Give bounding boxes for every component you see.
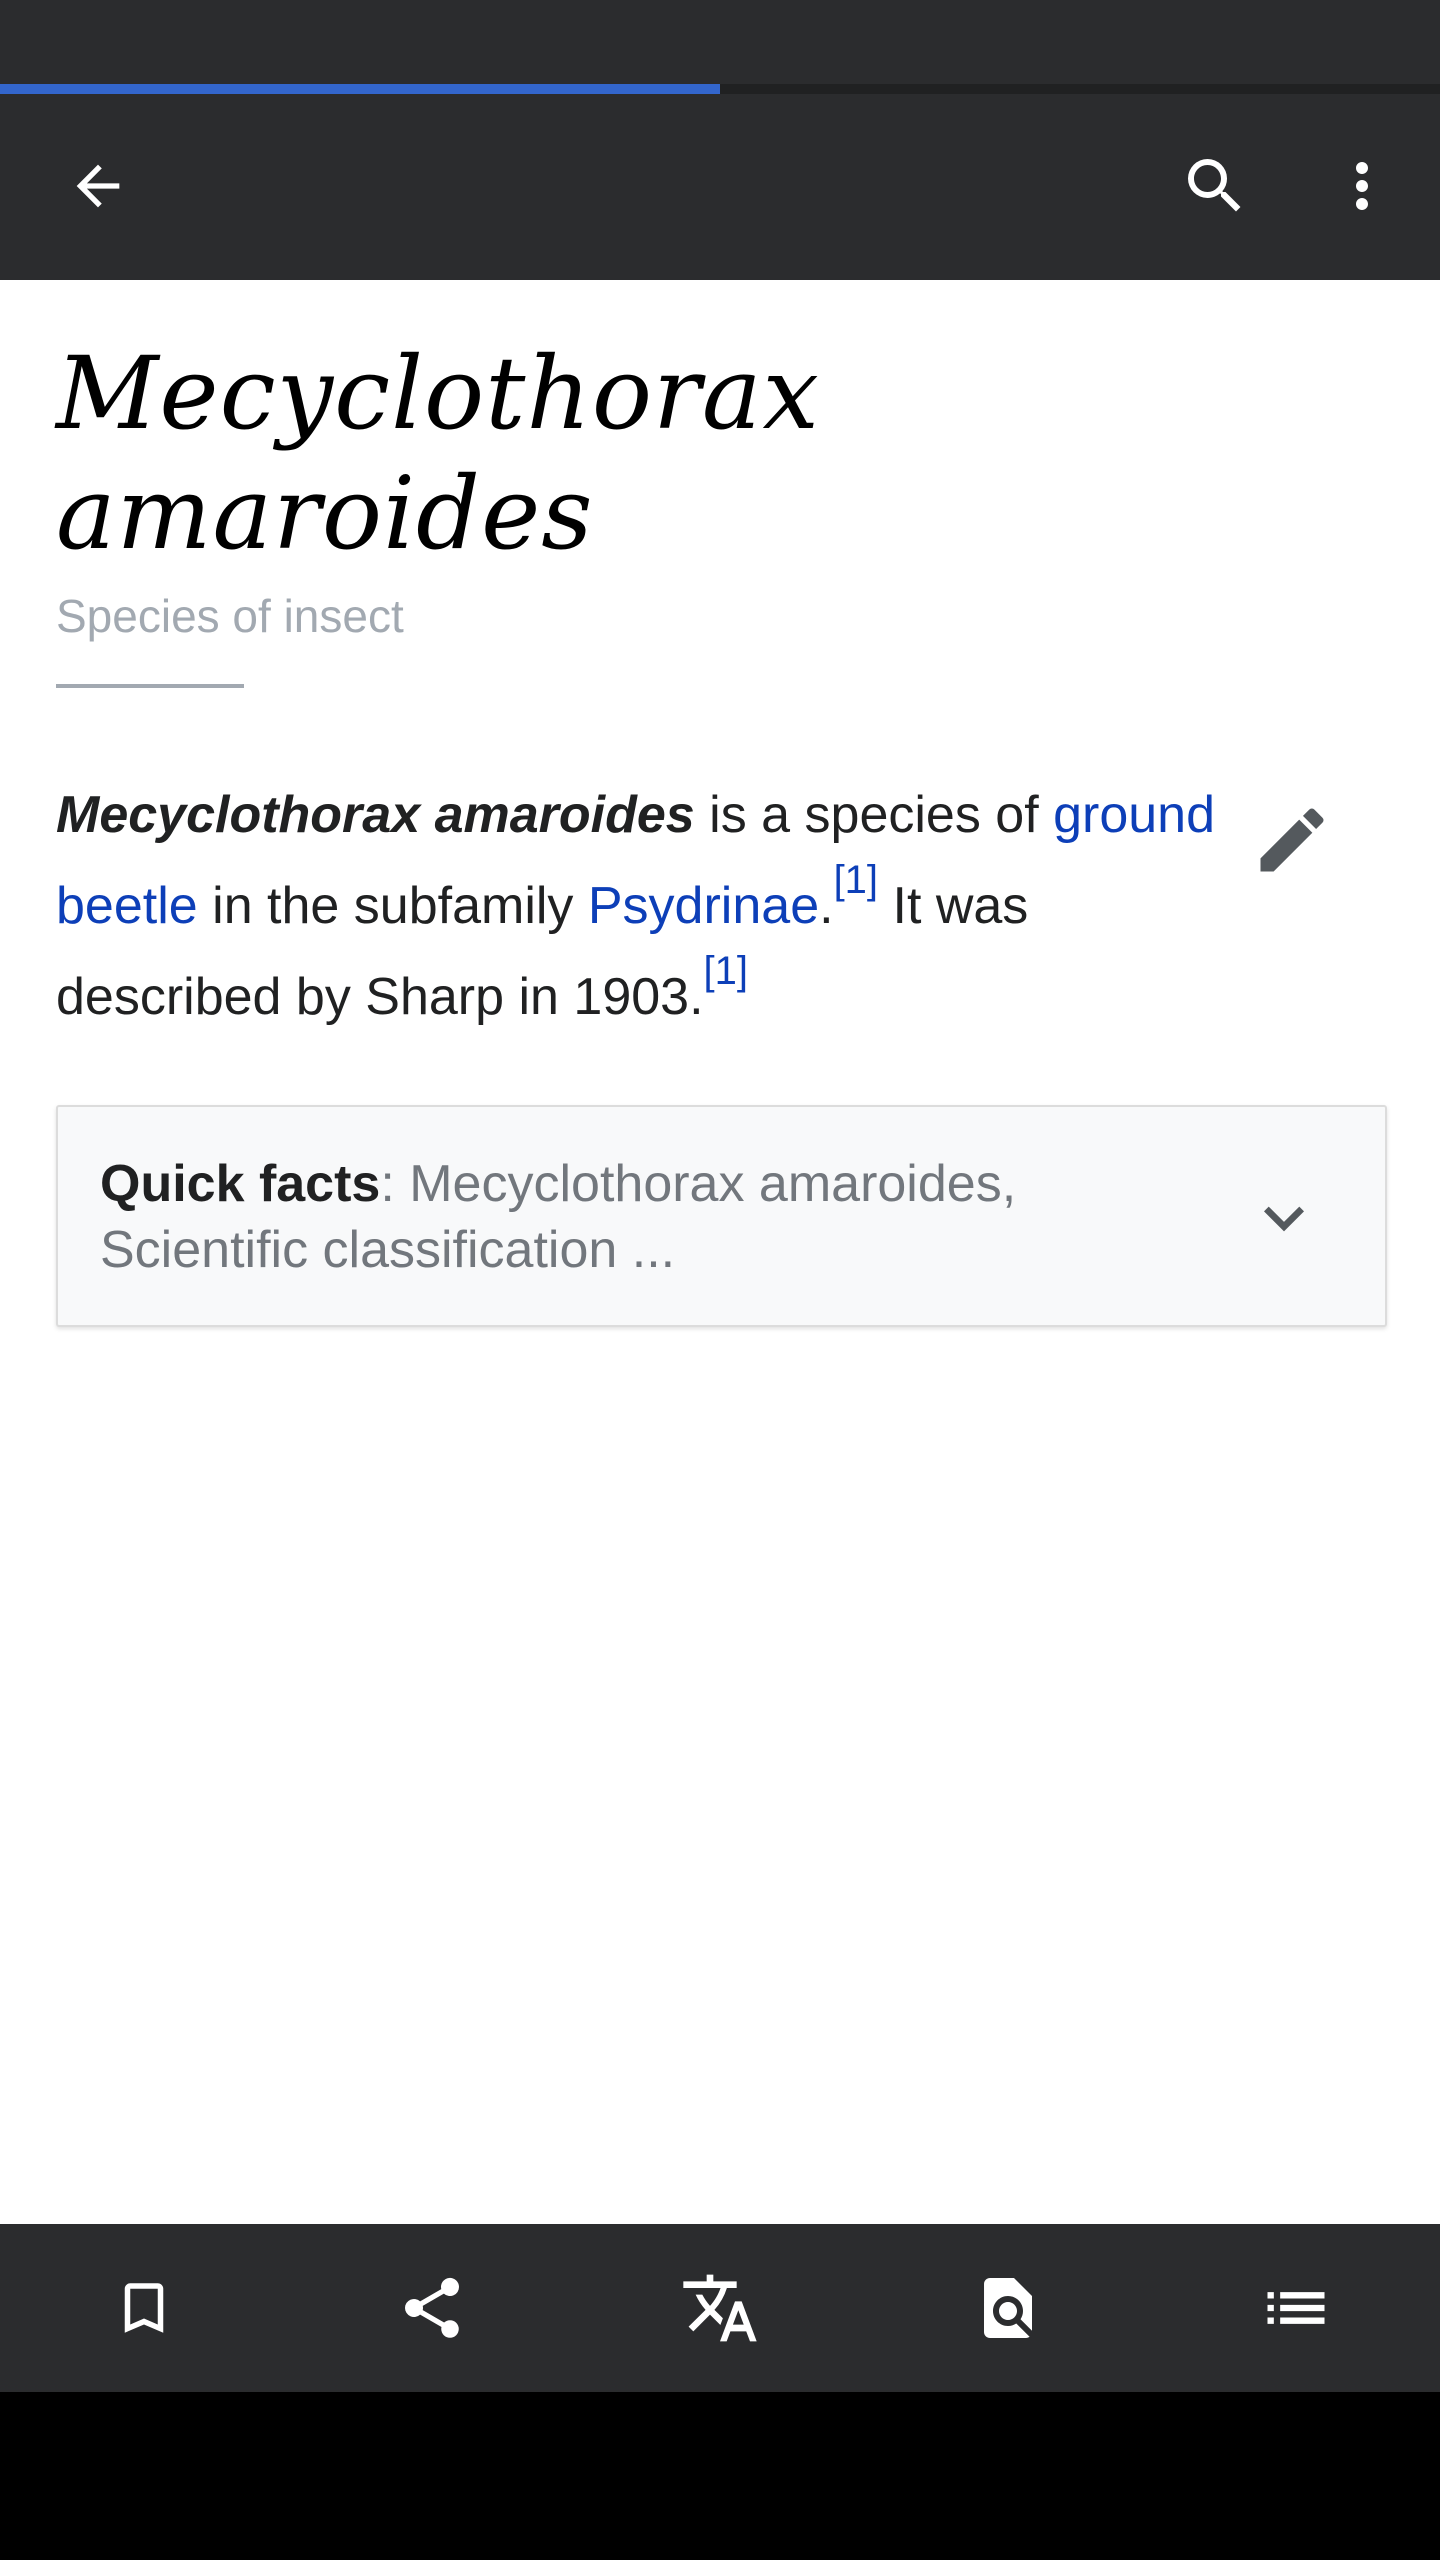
quick-facts-text: Quick facts: Mecyclothorax amaroides, Sc… [100, 1151, 1205, 1283]
find-in-page-button[interactable] [864, 2224, 1152, 2392]
reference-link[interactable]: [1] [704, 949, 748, 993]
reference-1[interactable]: [1] [834, 858, 878, 902]
page-actions-bar [0, 2224, 1440, 2392]
share-icon [404, 2277, 460, 2338]
intro-text: in the subfamily [197, 877, 588, 935]
save-button[interactable] [0, 2224, 288, 2392]
search-button[interactable] [1155, 126, 1275, 246]
intro-text: is a species of [694, 786, 1054, 844]
system-navigation-bar [0, 2392, 1440, 2560]
search-icon [1188, 159, 1241, 212]
species-name-bold: Mecyclothorax amaroides [56, 786, 695, 844]
intro-section: Mecyclothorax amaroides is a species of … [56, 770, 1384, 1043]
chevron-down-icon [1264, 1206, 1304, 1232]
article-content: Mecyclothorax amaroides Species of insec… [0, 280, 1440, 1327]
find-in-page-icon [984, 2278, 1032, 2338]
psydrinae-link[interactable]: Psydrinae [588, 877, 819, 935]
share-button[interactable] [288, 2224, 576, 2392]
page-description: Species of insect [56, 590, 404, 642]
arrow-left-icon [76, 164, 120, 208]
reference-1-second[interactable]: [1] [704, 949, 748, 993]
intro-text: . [819, 877, 834, 935]
bookmark-icon [124, 2283, 164, 2333]
translate-icon [683, 2274, 757, 2342]
more-vertical-icon [1356, 162, 1368, 210]
intro-paragraph: Mecyclothorax amaroides is a species of … [56, 770, 1216, 1043]
quick-facts-expand[interactable] [1239, 1173, 1329, 1263]
reference-link[interactable]: [1] [834, 858, 878, 902]
title-divider [56, 684, 244, 688]
app-toolbar [0, 94, 1440, 280]
more-options-button[interactable] [1302, 126, 1422, 246]
table-of-contents-icon [1267, 2292, 1325, 2324]
status-bar [0, 0, 1440, 84]
edit-section-button[interactable] [1232, 770, 1352, 910]
progress-fill [0, 84, 720, 94]
quick-facts-box[interactable]: Quick facts: Mecyclothorax amaroides, Sc… [56, 1105, 1387, 1327]
contents-button[interactable] [1152, 2224, 1440, 2392]
page-title: Mecyclothorax amaroides [56, 335, 820, 572]
page-load-progress-bar [0, 84, 1440, 94]
back-button[interactable] [38, 126, 158, 246]
pencil-icon [1260, 808, 1324, 872]
quick-facts-label: Quick facts [100, 1155, 381, 1213]
language-button[interactable] [576, 2224, 864, 2392]
